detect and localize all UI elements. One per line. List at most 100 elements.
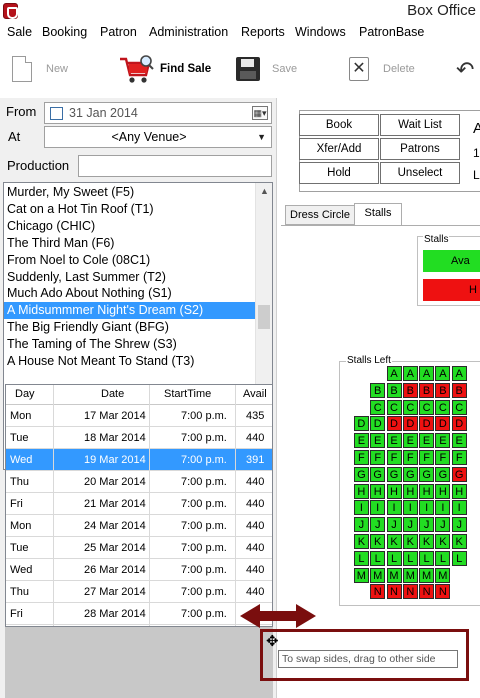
- seat[interactable]: E: [402, 433, 418, 449]
- seat[interactable]: C: [435, 399, 451, 415]
- seat[interactable]: K: [353, 534, 369, 549]
- table-row[interactable]: Fri 21 Mar 2014 7:00 p.m. 440: [6, 493, 272, 515]
- seat[interactable]: N: [370, 584, 386, 600]
- seat[interactable]: J: [353, 517, 369, 533]
- table-row[interactable]: Wed 19 Mar 2014 7:00 p.m. 391: [6, 449, 272, 471]
- seat[interactable]: J: [419, 517, 435, 533]
- seat[interactable]: F: [451, 450, 467, 465]
- table-row[interactable]: Tue 18 Mar 2014 7:00 p.m. 440: [6, 427, 272, 449]
- seat[interactable]: H: [435, 483, 451, 499]
- tab-dress-circle[interactable]: Dress Circle: [285, 205, 355, 225]
- table-row[interactable]: Thu 20 Mar 2014 7:00 p.m. 440: [6, 471, 272, 493]
- production-item[interactable]: The Big Friendly Giant (BFG): [4, 319, 256, 336]
- seat[interactable]: A: [451, 366, 467, 381]
- seat[interactable]: I: [370, 500, 386, 516]
- seat[interactable]: D: [451, 416, 467, 432]
- seat[interactable]: H: [402, 483, 418, 499]
- seat[interactable]: N: [386, 584, 402, 600]
- wait-list-button[interactable]: Wait List: [380, 114, 460, 136]
- seat[interactable]: L: [386, 550, 402, 566]
- book-button[interactable]: Book: [299, 114, 379, 136]
- seat[interactable]: N: [419, 584, 435, 600]
- production-item[interactable]: Suddenly, Last Summer (T2): [4, 269, 256, 286]
- seat[interactable]: A: [419, 366, 435, 381]
- menu-administration[interactable]: Administration: [149, 25, 228, 39]
- seat[interactable]: M: [353, 567, 369, 583]
- production-item[interactable]: Murder, My Sweet (F5): [4, 184, 256, 201]
- seat[interactable]: M: [435, 567, 451, 583]
- menu-reports[interactable]: Reports: [241, 25, 285, 39]
- seat[interactable]: E: [386, 433, 402, 449]
- menu-patronbase[interactable]: PatronBase: [359, 25, 424, 39]
- seat[interactable]: J: [370, 517, 386, 533]
- production-item[interactable]: Much Ado About Nothing (S1): [4, 285, 256, 302]
- seat[interactable]: F: [386, 450, 402, 465]
- seat[interactable]: L: [419, 550, 435, 566]
- seat[interactable]: F: [435, 450, 451, 465]
- tab-stalls[interactable]: Stalls: [354, 203, 402, 226]
- seat[interactable]: M: [419, 567, 435, 583]
- production-item[interactable]: Chicago (CHIC): [4, 218, 256, 235]
- calendar-icon[interactable]: ▦▾: [252, 106, 268, 120]
- seat[interactable]: L: [353, 550, 369, 566]
- seat[interactable]: M: [402, 567, 418, 583]
- production-item[interactable]: From Noel to Cole (08C1): [4, 252, 256, 269]
- seat[interactable]: G: [419, 466, 435, 482]
- production-item[interactable]: The Taming of The Shrew (S3): [4, 336, 256, 353]
- production-item[interactable]: A House Not Meant To Stand (T3): [4, 353, 256, 370]
- seat[interactable]: L: [435, 550, 451, 566]
- seat[interactable]: G: [386, 466, 402, 482]
- seat[interactable]: D: [419, 416, 435, 432]
- seat[interactable]: K: [402, 534, 418, 549]
- seat[interactable]: M: [386, 567, 402, 583]
- seat[interactable]: G: [370, 466, 386, 482]
- seat[interactable]: D: [370, 416, 386, 432]
- undo-icon[interactable]: ↶: [456, 57, 474, 83]
- seat[interactable]: J: [435, 517, 451, 533]
- seat[interactable]: G: [402, 466, 418, 482]
- seat[interactable]: I: [353, 500, 369, 516]
- table-row[interactable]: Mon 24 Mar 2014 7:00 p.m. 440: [6, 515, 272, 537]
- seat[interactable]: B: [370, 382, 386, 398]
- seat[interactable]: C: [370, 399, 386, 415]
- new-button[interactable]: New: [12, 53, 68, 85]
- seat[interactable]: K: [370, 534, 386, 549]
- scroll-thumb[interactable]: [258, 305, 270, 329]
- col-starttime[interactable]: StartTime: [164, 388, 211, 400]
- seat[interactable]: L: [451, 550, 467, 566]
- seat[interactable]: H: [386, 483, 402, 499]
- save-button[interactable]: Save: [236, 53, 297, 85]
- venue-select[interactable]: <Any Venue> ▼: [44, 126, 272, 148]
- production-item[interactable]: The Third Man (F6): [4, 235, 256, 252]
- from-date-checkbox[interactable]: [50, 107, 63, 120]
- seat[interactable]: M: [370, 567, 386, 583]
- seat[interactable]: K: [435, 534, 451, 549]
- seat[interactable]: C: [451, 399, 467, 415]
- seat[interactable]: H: [419, 483, 435, 499]
- seat[interactable]: G: [451, 466, 467, 482]
- seat[interactable]: A: [402, 366, 418, 381]
- table-row[interactable]: Thu 27 Mar 2014 7:00 p.m. 440: [6, 581, 272, 603]
- production-input[interactable]: [78, 155, 272, 177]
- seat[interactable]: A: [435, 366, 451, 381]
- seat[interactable]: K: [419, 534, 435, 549]
- seat[interactable]: E: [435, 433, 451, 449]
- seat[interactable]: J: [386, 517, 402, 533]
- seat[interactable]: B: [451, 382, 467, 398]
- seat[interactable]: L: [370, 550, 386, 566]
- seat[interactable]: H: [451, 483, 467, 499]
- seat[interactable]: B: [419, 382, 435, 398]
- seat[interactable]: C: [419, 399, 435, 415]
- table-row[interactable]: Fri 28 Mar 2014 7:00 p.m.: [6, 603, 272, 625]
- seat[interactable]: B: [435, 382, 451, 398]
- seat[interactable]: E: [419, 433, 435, 449]
- find-sale-button[interactable]: Find Sale: [118, 53, 211, 85]
- seat[interactable]: I: [386, 500, 402, 516]
- hold-button[interactable]: Hold: [299, 162, 379, 184]
- seat[interactable]: L: [402, 550, 418, 566]
- seat[interactable]: G: [435, 466, 451, 482]
- seat[interactable]: F: [402, 450, 418, 465]
- seat[interactable]: D: [402, 416, 418, 432]
- seat[interactable]: C: [402, 399, 418, 415]
- table-row[interactable]: Mon 17 Mar 2014 7:00 p.m. 435: [6, 405, 272, 427]
